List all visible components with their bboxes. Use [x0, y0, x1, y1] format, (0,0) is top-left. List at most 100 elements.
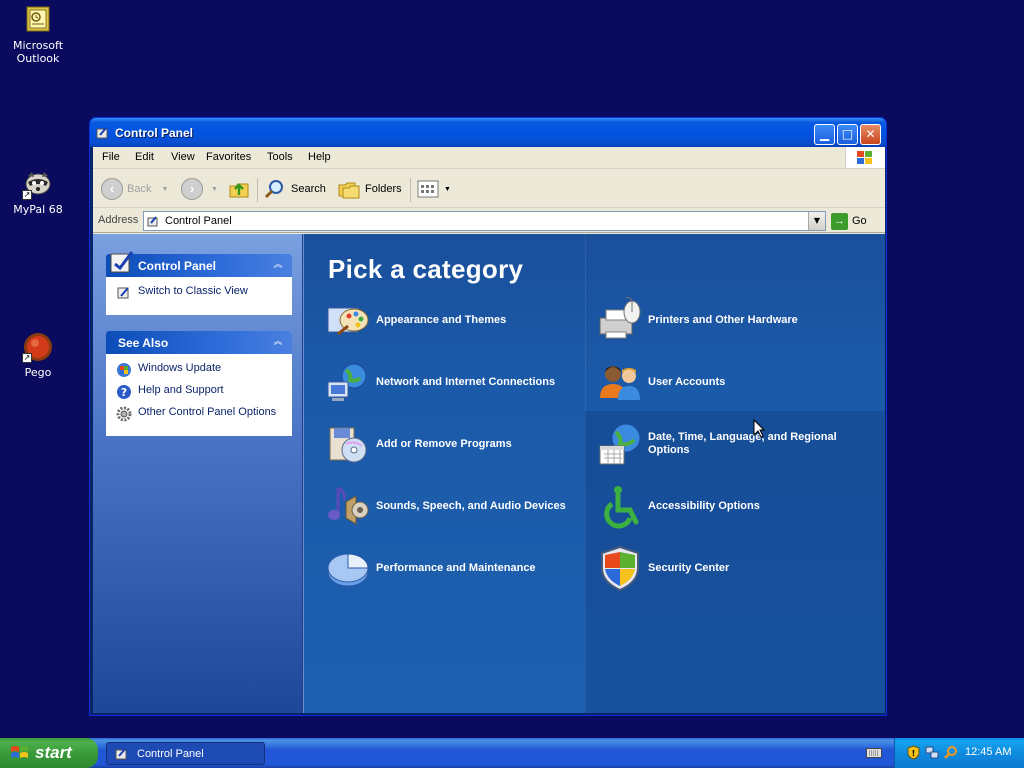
desktop-icon-label: MyPal 68: [13, 203, 63, 216]
desktop-icon-label: Microsoft Outlook: [12, 39, 64, 65]
section-title: See Also: [118, 336, 169, 350]
back-arrow-icon: ‹: [101, 178, 123, 200]
security-shield-icon[interactable]: !: [906, 745, 921, 760]
svg-text:!: !: [912, 749, 916, 758]
address-input[interactable]: Control Panel ▼: [143, 211, 826, 231]
gear-icon: [116, 406, 132, 422]
outlook-icon: [22, 4, 54, 36]
forward-button[interactable]: › ▼: [181, 175, 218, 203]
content-area: Control Panel ︽ Switch to Classic View S…: [93, 234, 885, 713]
category-sounds-audio[interactable]: Sounds, Speech, and Audio Devices: [324, 482, 586, 530]
help-support-link[interactable]: ? Help and Support: [116, 384, 282, 400]
chevron-down-icon: ▼: [161, 185, 169, 193]
mouse-cursor-icon: [753, 418, 766, 438]
title-bar[interactable]: Control Panel ▁ □ ✕: [90, 118, 886, 147]
printer-icon: [596, 296, 644, 344]
windows-update-link[interactable]: Windows Update: [116, 362, 282, 378]
pego-icon: ↗: [22, 331, 54, 363]
control-panel-icon: [147, 215, 160, 228]
task-pane: Control Panel ︽ Switch to Classic View S…: [93, 234, 303, 713]
views-button[interactable]: ▼: [417, 175, 451, 203]
control-panel-icon: [96, 126, 110, 140]
system-tray: ! 12:45 AM: [894, 738, 1024, 768]
collapse-icon[interactable]: ︽: [270, 258, 286, 273]
control-panel-window: Control Panel ▁ □ ✕ File Edit View Favor…: [89, 117, 887, 716]
toolbar-separator: [410, 178, 411, 202]
address-dropdown-button[interactable]: ▼: [808, 212, 825, 230]
menu-favorites[interactable]: Favorites: [206, 151, 251, 163]
menu-help[interactable]: Help: [308, 151, 331, 163]
category-add-remove-programs[interactable]: Add or Remove Programs: [324, 420, 586, 468]
category-pane: Pick a category Appearance and Themes Ne…: [304, 234, 885, 713]
collapse-icon[interactable]: ︽: [270, 335, 286, 350]
shield-icon: [596, 544, 644, 592]
other-options-link[interactable]: Other Control Panel Options: [116, 406, 282, 422]
shortcut-arrow-icon: ↗: [22, 190, 32, 200]
window-body: File Edit View Favorites Tools Help ‹ Ba…: [93, 147, 885, 713]
classic-view-icon: [116, 285, 132, 301]
see-also-section-header[interactable]: See Also ︽: [106, 331, 292, 354]
window-title: Control Panel: [115, 126, 194, 140]
category-user-accounts[interactable]: User Accounts: [596, 358, 858, 406]
category-network-internet[interactable]: Network and Internet Connections: [324, 358, 586, 406]
category-performance-maintenance[interactable]: Performance and Maintenance: [324, 544, 586, 592]
menu-view[interactable]: View: [171, 151, 195, 163]
views-icon: [417, 180, 439, 198]
category-appearance-themes[interactable]: Appearance and Themes: [324, 296, 586, 344]
minimize-icon: ▁: [819, 127, 830, 141]
go-button[interactable]: → Go: [831, 212, 876, 230]
control-panel-icon: [108, 248, 136, 276]
desktop-icon-mypal[interactable]: ↗ MyPal 68: [0, 168, 76, 216]
up-button[interactable]: [227, 175, 251, 203]
address-bar: Address Control Panel ▼ → Go: [93, 209, 885, 233]
users-icon: [596, 358, 644, 406]
see-also-section: See Also ︽ Windows Update ? Help and Sup…: [106, 331, 292, 436]
section-body: Switch to Classic View: [106, 277, 292, 315]
chevron-down-icon: ▼: [211, 185, 218, 193]
maximize-button[interactable]: □: [837, 124, 858, 145]
forward-arrow-icon: ›: [181, 178, 203, 200]
network-connection-icon[interactable]: [925, 745, 940, 760]
taskbar-button-control-panel[interactable]: Control Panel: [106, 742, 265, 765]
windows-update-icon: [116, 362, 132, 378]
folders-icon: [338, 182, 360, 199]
search-icon[interactable]: [943, 745, 958, 760]
menu-tools[interactable]: Tools: [267, 151, 293, 163]
category-security-center[interactable]: Security Center: [596, 544, 858, 592]
page-title: Pick a category: [328, 254, 524, 284]
menu-bar: File Edit View Favorites Tools Help: [93, 147, 885, 169]
start-label: start: [35, 743, 72, 762]
switch-classic-view-link[interactable]: Switch to Classic View: [116, 285, 282, 301]
search-icon: [264, 180, 283, 199]
folders-button[interactable]: Folders: [337, 175, 402, 203]
start-button[interactable]: start: [0, 738, 98, 768]
close-button[interactable]: ✕: [860, 124, 881, 145]
folder-up-icon: [229, 183, 249, 198]
back-button[interactable]: ‹ Back ▼: [101, 175, 168, 203]
standard-toolbar: ‹ Back ▼ › ▼ Search Folders ▼: [93, 170, 885, 208]
address-label: Address: [98, 214, 139, 226]
desktop-icon-outlook[interactable]: Microsoft Outlook: [0, 4, 76, 65]
category-accessibility[interactable]: Accessibility Options: [596, 482, 858, 530]
search-button[interactable]: Search: [263, 175, 326, 203]
address-value: Control Panel: [165, 215, 232, 227]
minimize-button[interactable]: ▁: [814, 124, 835, 145]
menu-edit[interactable]: Edit: [135, 151, 154, 163]
accessibility-icon: [596, 482, 644, 530]
category-date-time-regional[interactable]: Date, Time, Language, and Regional Optio…: [596, 420, 858, 468]
appearance-icon: [324, 296, 372, 344]
windows-logo-icon: [11, 746, 28, 758]
taskbar: start Control Panel ! 12:45 AM: [0, 738, 1024, 768]
menu-file[interactable]: File: [102, 151, 120, 163]
sound-icon: [324, 482, 372, 530]
svg-text:?: ?: [121, 386, 127, 399]
control-panel-section-header[interactable]: Control Panel ︽: [106, 251, 292, 277]
chevron-down-icon: ▼: [813, 216, 821, 225]
help-icon: ?: [116, 384, 132, 400]
globe-calendar-icon: [596, 420, 644, 468]
desktop-icon-pego[interactable]: ↗ Pego: [0, 331, 76, 379]
category-printers-hardware[interactable]: Printers and Other Hardware: [596, 296, 858, 344]
keyboard-icon[interactable]: [866, 747, 882, 759]
maximize-icon: □: [841, 127, 854, 141]
system-clock[interactable]: 12:45 AM: [965, 746, 1011, 758]
